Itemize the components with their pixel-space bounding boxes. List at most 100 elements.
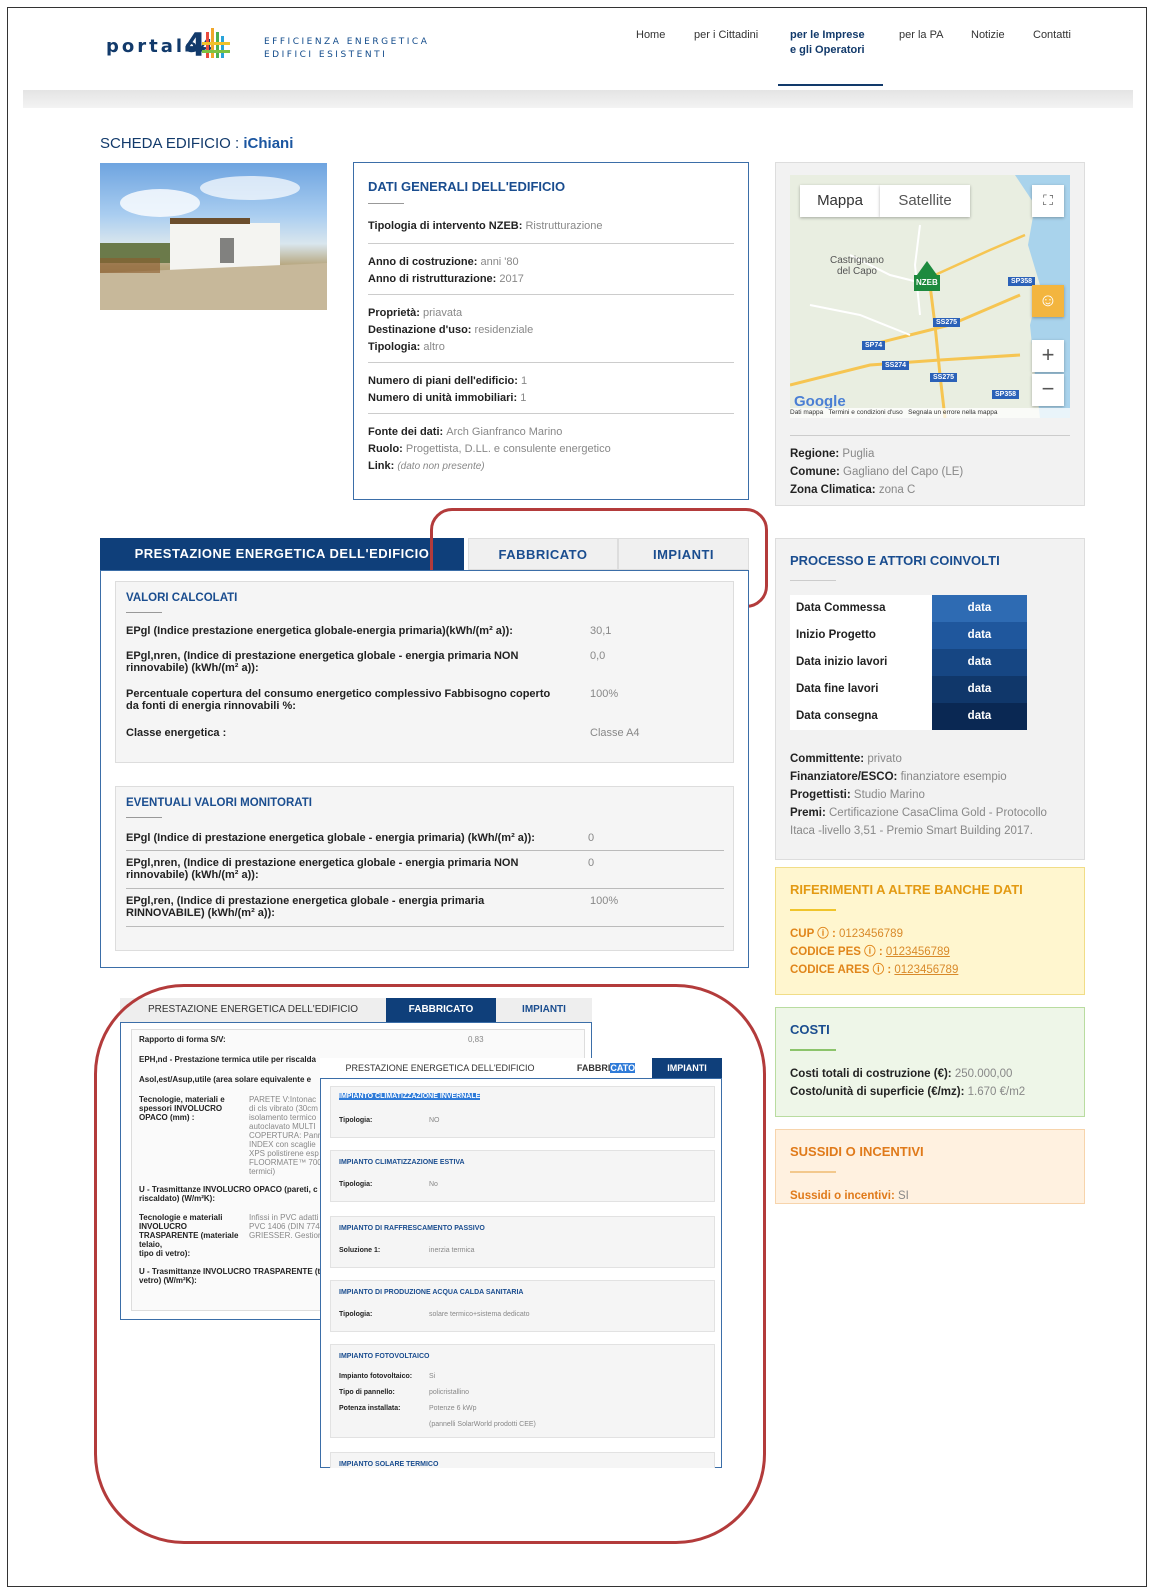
references-title: RIFERIMENTI A ALTRE BANCHE DATI (790, 882, 1023, 897)
monitored-values-title: EVENTUALI VALORI MONITORATI (126, 797, 312, 809)
page-title-label: SCHEDA EDIFICIO : (100, 135, 240, 152)
nav-contatti[interactable]: Contatti (1033, 28, 1071, 43)
label: Zona Climatica: (790, 484, 876, 496)
divider (126, 850, 724, 851)
label: Committente: (790, 753, 865, 765)
nav-cittadini[interactable]: per i Cittadini (694, 28, 758, 43)
pes-link[interactable]: 0123456789 (886, 946, 950, 958)
label: Comune: (790, 466, 840, 478)
nzeb-marker[interactable]: NZEB (916, 278, 938, 287)
label: EPgl,ren, (Indice di prestazione energet… (126, 895, 485, 907)
logo-mark-icon[interactable]: 4 (184, 26, 248, 60)
map-attribution[interactable]: Dati mappa Termini e condizioni d'uso Se… (790, 408, 1070, 418)
value: residenziale (474, 324, 534, 336)
label: Ruolo: (368, 443, 403, 455)
fullscreen-icon[interactable]: ⛶ (1032, 185, 1064, 217)
label: Data consegna (796, 710, 878, 722)
label: EPgl (Indice di prestazione energetica g… (126, 832, 535, 844)
epgl-row: EPgl (Indice prestazione energetica glob… (126, 625, 723, 637)
label: Classe energetica : (126, 727, 227, 739)
municipality: Comune: Gagliano del Capo (LE) (790, 463, 963, 481)
references-card: RIFERIMENTI A ALTRE BANCHE DATI CUP ⓘ : … (775, 867, 1085, 995)
road-label: SP358 (992, 390, 1020, 399)
info-icon[interactable]: ⓘ (873, 964, 885, 976)
energy-class-row: Classe energetica : Classe A4 (126, 727, 723, 739)
value: priavata (423, 307, 463, 319)
map-type-button[interactable]: Mappa (800, 185, 880, 217)
town-line-1: Castrignano (830, 255, 884, 266)
nav-imprese[interactable]: per le Imprese e gli Operatori (790, 28, 865, 58)
label-cont: RINNOVABILE) (kWh/(m² a)): (126, 907, 275, 919)
calculated-values-box: VALORI CALCOLATI EPgl (Indice prestazion… (115, 581, 734, 763)
satellite-type-button[interactable]: Satellite (880, 185, 970, 217)
divider (368, 243, 734, 244)
funder: Finanziatore/ESCO: finanziatore esempio (790, 768, 1070, 786)
label: CUP (790, 928, 815, 940)
awards: Premi: Certificazione CasaClima Gold - P… (790, 804, 1070, 840)
role: Ruolo: Progettista, D.LL. e consulente e… (368, 441, 734, 458)
value: 1 (520, 375, 528, 387)
mon-epgl-nren-row: EPgl,nren, (Indice di prestazione energe… (126, 857, 723, 881)
value: 1.670 €/m2 (967, 1086, 1026, 1098)
cup-ref: CUP ⓘ : 0123456789 (790, 928, 903, 940)
divider (126, 926, 724, 927)
label: EPgl (Indice prestazione energetica glob… (126, 625, 513, 637)
building-photo[interactable] (100, 163, 327, 310)
value: Studio Marino (853, 789, 925, 801)
value: Ristrutturazione (525, 220, 603, 232)
nav-imprese-line-1: per le Imprese (790, 29, 865, 41)
road-label: SP74 (862, 341, 886, 350)
label: Inizio Progetto (796, 629, 876, 641)
value: 100% (590, 688, 619, 700)
step-inizio-lavori: Data inizio lavori data (790, 649, 1027, 676)
divider (368, 203, 404, 204)
map-town-label: Castrignano del Capo (830, 255, 884, 277)
nav-home[interactable]: Home (636, 28, 665, 43)
general-data-card: DATI GENERALI DELL'EDIFICIO Tipologia di… (353, 162, 749, 500)
label: Anno di costruzione: (368, 256, 478, 268)
link: Link: (dato non presente) (368, 458, 734, 475)
value: Certificazione CasaClima Gold - Protocol… (829, 807, 1047, 819)
value: Arch Gianfranco Marino (446, 426, 563, 438)
value: anni '80 (480, 256, 519, 268)
info-icon[interactable]: ⓘ (864, 946, 876, 958)
construction-year: Anno di costruzione: anni '80 (368, 254, 734, 271)
monitored-values-box: EVENTUALI VALORI MONITORATI EPgl (Indice… (115, 786, 734, 951)
divider (126, 612, 162, 613)
highlight-annotation (94, 984, 766, 1544)
location-card: Mappa Satellite ⛶ Castrignano del Capo NZ… (775, 162, 1085, 506)
subsidies-value: Sussidi o incentivi: SI (790, 1187, 1070, 1205)
zoom-in-button[interactable]: + (1032, 340, 1064, 372)
label: Numero di unità immobiliari: (368, 392, 518, 404)
map-widget[interactable]: Mappa Satellite ⛶ Castrignano del Capo NZ… (790, 175, 1070, 418)
epgl-nren-row: EPgl,nren, (Indice di prestazione energe… (126, 650, 723, 674)
designers: Progettisti: Studio Marino (790, 786, 1070, 804)
label: Premi: (790, 807, 826, 819)
label: Numero di piani dell'edificio: (368, 375, 518, 387)
value: altro (423, 341, 445, 353)
step-consegna: Data consegna data (790, 703, 1027, 730)
divider (368, 362, 734, 363)
value: 1 (520, 392, 527, 404)
divider (790, 909, 836, 911)
label: Data inizio lavori (796, 656, 888, 668)
label: Finanziatore/ESCO: (790, 771, 898, 783)
value: 250.000,00 (954, 1068, 1013, 1080)
mon-epgl-ren-row: EPgl,ren, (Indice di prestazione energet… (126, 895, 723, 919)
value: privato (867, 753, 902, 765)
tab-energy-performance[interactable]: PRESTAZIONE ENERGETICA DELL'EDIFICIO (100, 538, 464, 570)
nav-notizie[interactable]: Notizie (971, 28, 1005, 43)
step-inizio-progetto: Inizio Progetto data (790, 622, 1027, 649)
value: 100% (590, 895, 619, 907)
value: Gagliano del Capo (LE) (843, 466, 964, 478)
nav-pa[interactable]: per la PA (899, 28, 943, 43)
value: 30,1 (590, 625, 612, 637)
intervention-type: Tipologia di intervento NZEB: Ristruttur… (368, 218, 734, 235)
zoom-out-button[interactable]: − (1032, 374, 1064, 406)
info-icon[interactable]: ⓘ (817, 928, 829, 940)
divider (790, 1049, 836, 1051)
street-view-pegman-icon[interactable]: ☺ (1032, 285, 1064, 317)
value: zona C (878, 484, 916, 496)
ares-link[interactable]: 0123456789 (894, 964, 958, 976)
value: 0 (588, 857, 595, 869)
